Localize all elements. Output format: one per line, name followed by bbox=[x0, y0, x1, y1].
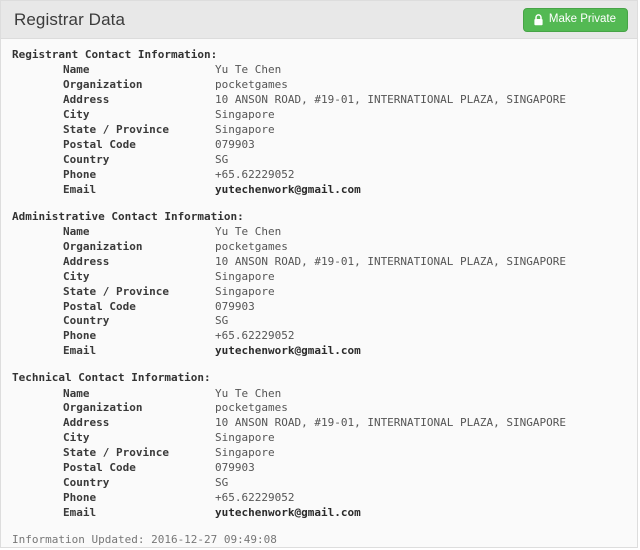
field-label: Country bbox=[63, 314, 110, 328]
field-value: 10 ANSON ROAD, #19-01, INTERNATIONAL PLA… bbox=[215, 416, 566, 430]
field-row: Address 10 ANSON ROAD, #19-01, INTERNATIO… bbox=[1, 416, 637, 431]
field-value: Singapore bbox=[215, 108, 275, 122]
field-value: 10 ANSON ROAD, #19-01, INTERNATIONAL PLA… bbox=[215, 93, 566, 107]
field-value: +65.62229052 bbox=[215, 167, 295, 181]
panel-header: Registrar Data Make Private bbox=[1, 1, 637, 39]
field-row: Country SG bbox=[1, 153, 637, 168]
page-title: Registrar Data bbox=[14, 9, 125, 29]
field-value: SG bbox=[215, 314, 229, 328]
field-row: Organization pocketgames bbox=[1, 240, 637, 255]
make-private-button[interactable]: Make Private bbox=[522, 7, 628, 32]
field-value-email[interactable]: yutechenwork@gmail.com bbox=[215, 506, 637, 521]
field-label: Organization bbox=[63, 401, 143, 415]
field-label: City bbox=[63, 108, 90, 122]
field-value: Singapore bbox=[215, 123, 275, 137]
field-label: State / Province bbox=[63, 284, 169, 298]
field-label: Country bbox=[63, 475, 110, 489]
field-value: Singapore bbox=[215, 431, 275, 445]
field-value: +65.62229052 bbox=[215, 490, 295, 504]
field-value: +65.62229052 bbox=[215, 329, 295, 343]
make-private-label: Make Private bbox=[548, 12, 616, 25]
field-value: Yu Te Chen bbox=[215, 386, 282, 400]
field-label: Address bbox=[63, 254, 110, 268]
section-title: Registrant Contact Information: bbox=[12, 48, 218, 61]
field-row: State / Province Singapore bbox=[1, 123, 637, 138]
field-row: State / Province Singapore bbox=[1, 285, 637, 300]
field-value-email[interactable]: yutechenwork@gmail.com bbox=[215, 183, 637, 198]
field-row: Phone +65.62229052 bbox=[1, 329, 637, 344]
contact-sections: Registrant Contact Information: Name Yu Te… bbox=[1, 48, 637, 521]
field-label: Email bbox=[63, 182, 97, 196]
field-label: State / Province bbox=[63, 123, 169, 137]
field-label: City bbox=[63, 269, 90, 283]
field-label: Name bbox=[63, 63, 90, 77]
field-row: Country SG bbox=[1, 314, 637, 329]
field-value: pocketgames bbox=[215, 239, 288, 253]
field-row: Country SG bbox=[1, 476, 637, 491]
field-row: State / Province Singapore bbox=[1, 446, 637, 461]
field-label: City bbox=[63, 431, 90, 445]
field-label: Name bbox=[63, 386, 90, 400]
field-row: Address 10 ANSON ROAD, #19-01, INTERNATIO… bbox=[1, 93, 637, 108]
field-value: Yu Te Chen bbox=[215, 63, 282, 77]
section-title: Technical Contact Information: bbox=[12, 371, 211, 385]
field-value-email[interactable]: yutechenwork@gmail.com bbox=[215, 344, 637, 359]
information-updated-text: Information Updated: 2016-12-27 09:49:08 bbox=[12, 532, 277, 546]
lock-icon bbox=[533, 13, 544, 26]
field-row: Organization pocketgames bbox=[1, 401, 637, 416]
field-value: 079903 bbox=[215, 299, 255, 313]
field-label: Organization bbox=[63, 78, 143, 92]
field-label: Postal Code bbox=[63, 461, 136, 475]
field-label: Email bbox=[63, 344, 97, 358]
field-value: pocketgames bbox=[215, 78, 288, 92]
field-label: Postal Code bbox=[63, 299, 136, 313]
field-row: City Singapore bbox=[1, 108, 637, 123]
field-label: Address bbox=[63, 416, 110, 430]
field-label: Organization bbox=[63, 239, 143, 253]
field-label: Phone bbox=[63, 490, 97, 504]
field-value: Yu Te Chen bbox=[215, 224, 282, 238]
field-value: Singapore bbox=[215, 269, 275, 283]
field-row: City Singapore bbox=[1, 270, 637, 285]
field-value: 079903 bbox=[215, 137, 255, 151]
field-label: Email bbox=[63, 505, 97, 519]
field-row: Email yutechenwork@gmail.com bbox=[1, 344, 637, 359]
field-label: Address bbox=[63, 93, 110, 107]
contact-section: Registrant Contact Information: Name Yu Te… bbox=[1, 48, 637, 198]
field-value: 079903 bbox=[215, 461, 255, 475]
field-row: Organization pocketgames bbox=[1, 78, 637, 93]
field-label: Postal Code bbox=[63, 137, 136, 151]
field-row: Phone +65.62229052 bbox=[1, 168, 637, 183]
field-row: Postal Code 079903 bbox=[1, 138, 637, 153]
field-row: Postal Code 079903 bbox=[1, 300, 637, 315]
field-row: Name Yu Te Chen bbox=[1, 225, 637, 240]
contact-section: Technical Contact Information: Name Yu Te … bbox=[1, 371, 637, 521]
field-row: Email yutechenwork@gmail.com bbox=[1, 506, 637, 521]
field-row: Address 10 ANSON ROAD, #19-01, INTERNATIO… bbox=[1, 255, 637, 270]
registrar-data-body: Registrant Contact Information: Name Yu Te… bbox=[1, 39, 637, 547]
field-value: Singapore bbox=[215, 446, 275, 460]
field-label: Phone bbox=[63, 329, 97, 343]
field-row: Email yutechenwork@gmail.com bbox=[1, 183, 637, 198]
field-row: Name Yu Te Chen bbox=[1, 387, 637, 402]
field-row: Name Yu Te Chen bbox=[1, 63, 637, 78]
field-label: Phone bbox=[63, 167, 97, 181]
field-value: SG bbox=[215, 475, 229, 489]
field-value: pocketgames bbox=[215, 401, 288, 415]
field-label: Country bbox=[63, 152, 110, 166]
registrar-data-panel: Registrar Data Make Private Registrant C… bbox=[0, 0, 638, 548]
field-row: Phone +65.62229052 bbox=[1, 491, 637, 506]
field-value: Singapore bbox=[215, 284, 275, 298]
field-row: Postal Code 079903 bbox=[1, 461, 637, 476]
field-value: 10 ANSON ROAD, #19-01, INTERNATIONAL PLA… bbox=[215, 254, 566, 268]
field-value: SG bbox=[215, 152, 229, 166]
field-row: City Singapore bbox=[1, 431, 637, 446]
field-label: Name bbox=[63, 224, 90, 238]
field-label: State / Province bbox=[63, 446, 169, 460]
contact-section: Administrative Contact Information: Name Y… bbox=[1, 210, 637, 360]
section-title: Administrative Contact Information: bbox=[12, 209, 244, 223]
